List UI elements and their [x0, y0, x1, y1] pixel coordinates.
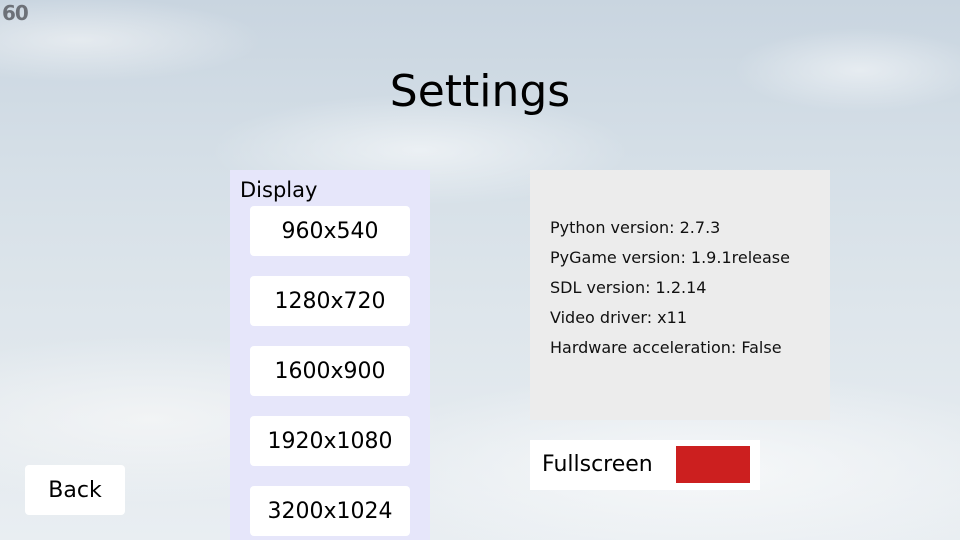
page-title: Settings: [389, 66, 571, 117]
pygame-version-text: PyGame version: 1.9.1release: [550, 248, 790, 267]
resolution-button-960x540[interactable]: 960x540: [250, 206, 410, 256]
hardware-acceleration-text: Hardware acceleration: False: [550, 338, 782, 357]
resolution-button-3200x1024[interactable]: 3200x1024: [250, 486, 410, 536]
resolution-button-1280x720[interactable]: 1280x720: [250, 276, 410, 326]
system-info-panel: Python version: 2.7.3 PyGame version: 1.…: [530, 170, 830, 420]
sdl-version-text: SDL version: 1.2.14: [550, 278, 707, 297]
python-version-text: Python version: 2.7.3: [550, 218, 721, 237]
back-button[interactable]: Back: [25, 465, 125, 515]
display-label: Display: [240, 178, 318, 202]
fullscreen-option[interactable]: Fullscreen: [530, 440, 760, 490]
resolution-button-1920x1080[interactable]: 1920x1080: [250, 416, 410, 466]
display-panel: Display 960x540 1280x720 1600x900 1920x1…: [230, 170, 430, 540]
video-driver-text: Video driver: x11: [550, 308, 688, 327]
resolution-button-1600x900[interactable]: 1600x900: [250, 346, 410, 396]
fps-counter: 60: [2, 1, 29, 25]
fullscreen-label: Fullscreen: [542, 452, 653, 477]
fullscreen-toggle[interactable]: [676, 446, 750, 483]
